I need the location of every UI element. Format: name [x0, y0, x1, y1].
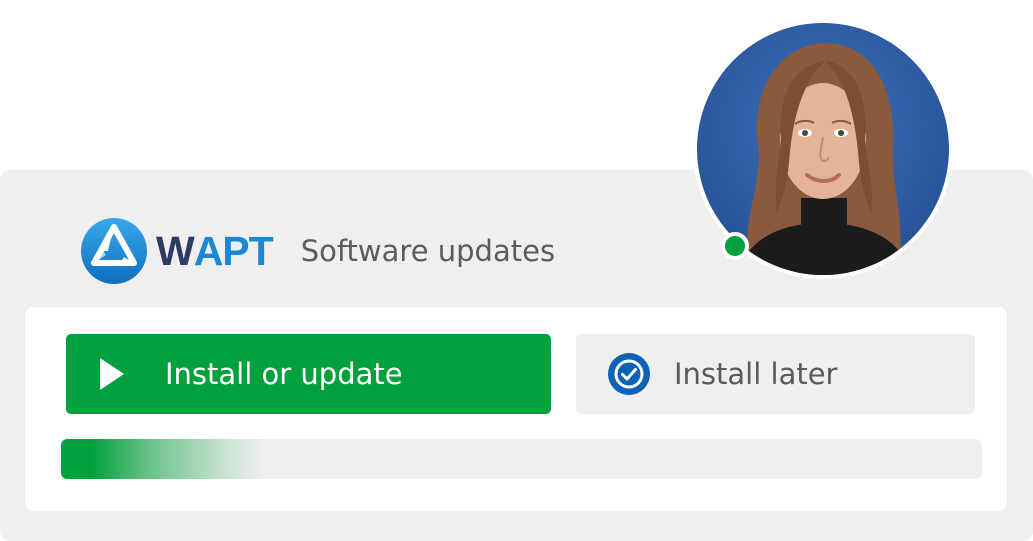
header: W APT Software updates — [80, 215, 555, 287]
brand-prefix: W — [156, 227, 195, 274]
install-later-label: Install later — [674, 357, 838, 391]
app-window: W APT Software updates Install or update … — [0, 0, 1033, 541]
page-title: Software updates — [300, 234, 556, 268]
clock-check-icon — [608, 353, 650, 395]
wapt-logo-icon — [81, 218, 147, 284]
install-or-update-label: Install or update — [165, 357, 403, 391]
brand-suffix: APT — [193, 227, 274, 274]
install-or-update-button[interactable]: Install or update — [66, 334, 551, 414]
progress-bar — [61, 439, 982, 479]
play-icon — [100, 358, 124, 390]
online-status-indicator — [721, 232, 749, 260]
install-later-button[interactable]: Install later — [576, 334, 975, 414]
wapt-wordmark: W APT — [156, 227, 274, 275]
progress-fill — [61, 439, 264, 479]
